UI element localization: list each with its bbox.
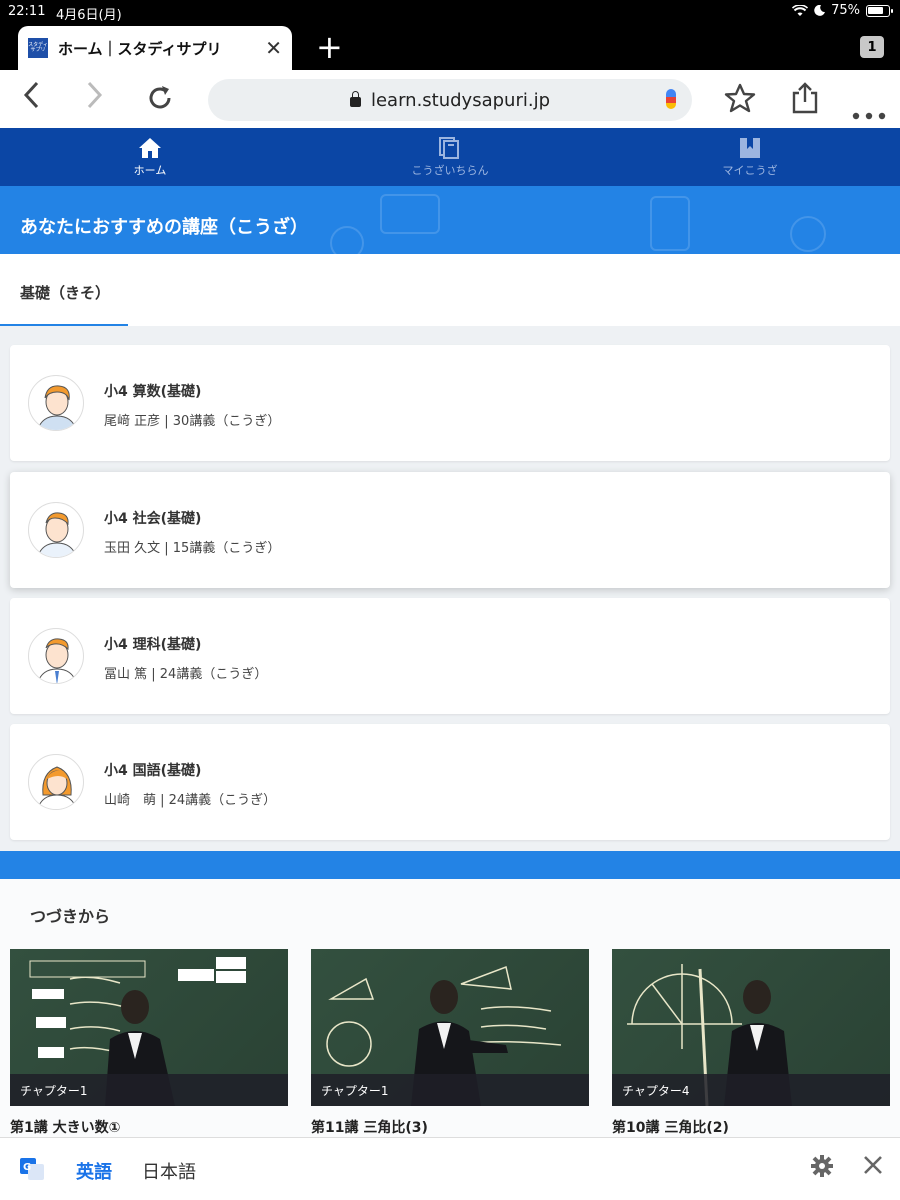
nav-my-courses-label: マイこうざ xyxy=(722,163,778,177)
course-meta: 玉田 久文 | 15講義（こうぎ） xyxy=(104,541,281,556)
books-icon xyxy=(439,136,459,159)
status-bar: 22:11 4月6日(月) 75% xyxy=(0,0,900,24)
chapter-label: チャプター1 xyxy=(311,1074,589,1106)
forward-icon[interactable] xyxy=(86,80,104,117)
browser-toolbar: learn.studysapuri.jp xyxy=(0,70,900,128)
lock-icon xyxy=(349,91,361,107)
course-title: 小4 理科(基礎) xyxy=(104,637,202,653)
tab-count-button[interactable]: 1 xyxy=(860,36,884,58)
nav-catalog[interactable]: こうざいちらん xyxy=(300,128,600,186)
teacher-avatar xyxy=(28,375,84,431)
wifi-icon xyxy=(792,4,809,16)
new-tab-icon[interactable]: + xyxy=(316,31,343,63)
video-thumbnail[interactable]: チャプター1 xyxy=(311,949,589,1106)
status-right: 75% xyxy=(792,3,893,18)
course-card[interactable]: 小4 理科(基礎) 冨山 篤 | 24講義（こうぎ） xyxy=(10,598,890,714)
nav-home-label: ホーム xyxy=(133,163,167,177)
browser-tab[interactable]: スタディ サプリ ホーム｜スタディサプリ ✕ xyxy=(18,26,292,70)
url-text: learn.studysapuri.jp xyxy=(370,89,551,111)
banner-decoration xyxy=(380,194,440,234)
lang-english-tab[interactable]: 英語 xyxy=(76,1158,112,1184)
continue-section: つづきから チャプター1 第1講 大きい数① チャプター1 第11講 三角比(3… xyxy=(0,879,900,1139)
banner-decoration xyxy=(330,226,364,254)
course-title: 小4 算数(基礎) xyxy=(104,384,202,400)
battery-percent: 75% xyxy=(831,3,860,18)
video-title[interactable]: 第1講 大きい数① xyxy=(10,1117,120,1137)
close-icon[interactable] xyxy=(862,1154,884,1182)
chapter-label: チャプター4 xyxy=(612,1074,890,1106)
recommend-banner: あなたにおすすめの講座（こうざ） xyxy=(0,186,900,254)
video-title[interactable]: 第11講 三角比(3) xyxy=(311,1117,428,1137)
teacher-avatar xyxy=(28,502,84,558)
nav-my-courses[interactable]: マイこうざ xyxy=(600,128,900,186)
nav-catalog-label: こうざいちらん xyxy=(411,163,489,177)
lang-japanese-tab[interactable]: 日本語 xyxy=(142,1158,196,1184)
banner-title: あなたにおすすめの講座（こうざ） xyxy=(20,217,308,238)
course-card[interactable]: 小4 国語(基礎) 山崎 萌 | 24講義（こうぎ） xyxy=(10,724,890,840)
chapter-label: チャプター1 xyxy=(10,1074,288,1106)
translate-bar: G 英語 日本語 xyxy=(0,1137,900,1200)
browser-tab-strip: スタディ サプリ ホーム｜スタディサプリ ✕ + 1 xyxy=(0,24,900,70)
site-favicon-icon: スタディ サプリ xyxy=(28,38,48,58)
close-tab-icon[interactable]: ✕ xyxy=(265,36,282,60)
home-icon xyxy=(139,137,161,158)
course-meta: 山崎 萌 | 24講義（こうぎ） xyxy=(104,793,277,808)
course-meta: 尾﨑 正彦 | 30講義（こうぎ） xyxy=(104,414,281,429)
level-tabs: 基礎（きそ） xyxy=(0,254,900,326)
video-thumbnail[interactable]: チャプター1 xyxy=(10,949,288,1106)
course-title: 小4 国語(基礎) xyxy=(104,763,202,779)
video-thumbnail[interactable]: チャプター4 xyxy=(612,949,890,1106)
banner-decoration xyxy=(650,196,690,251)
nav-home[interactable]: ホーム xyxy=(0,128,300,186)
back-icon[interactable] xyxy=(22,80,40,117)
course-title: 小4 社会(基礎) xyxy=(104,511,202,527)
course-card[interactable]: 小4 社会(基礎) 玉田 久文 | 15講義（こうぎ） xyxy=(10,472,890,588)
tab-basic[interactable]: 基礎（きそ） xyxy=(0,254,128,326)
moon-icon xyxy=(814,5,826,16)
teacher-avatar xyxy=(28,628,84,684)
microphone-icon[interactable] xyxy=(666,89,676,109)
course-card[interactable]: 小4 算数(基礎) 尾﨑 正彦 | 30講義（こうぎ） xyxy=(10,345,890,461)
gear-icon[interactable] xyxy=(810,1154,834,1184)
site-navigation: ホーム こうざいちらん マイこうざ xyxy=(0,128,900,186)
google-translate-icon[interactable]: G xyxy=(20,1158,44,1180)
reload-icon[interactable] xyxy=(146,84,174,119)
battery-icon xyxy=(866,4,893,17)
svg-text:G: G xyxy=(23,1162,31,1173)
more-menu-icon[interactable] xyxy=(852,94,886,127)
bookmark-star-icon[interactable] xyxy=(724,82,756,121)
status-time: 22:11 xyxy=(8,4,46,19)
tab-title: ホーム｜スタディサプリ xyxy=(58,39,222,58)
banner-decoration xyxy=(790,216,826,252)
bookmark-book-icon xyxy=(740,137,760,158)
url-bar[interactable]: learn.studysapuri.jp xyxy=(208,79,692,121)
teacher-avatar xyxy=(28,754,84,810)
video-title[interactable]: 第10講 三角比(2) xyxy=(612,1117,729,1137)
share-icon[interactable] xyxy=(790,82,820,121)
course-meta: 冨山 篤 | 24講義（こうぎ） xyxy=(104,667,268,682)
section-divider xyxy=(0,851,900,879)
continue-title: つづきから xyxy=(30,907,111,926)
status-date: 4月6日(月) xyxy=(56,8,122,23)
